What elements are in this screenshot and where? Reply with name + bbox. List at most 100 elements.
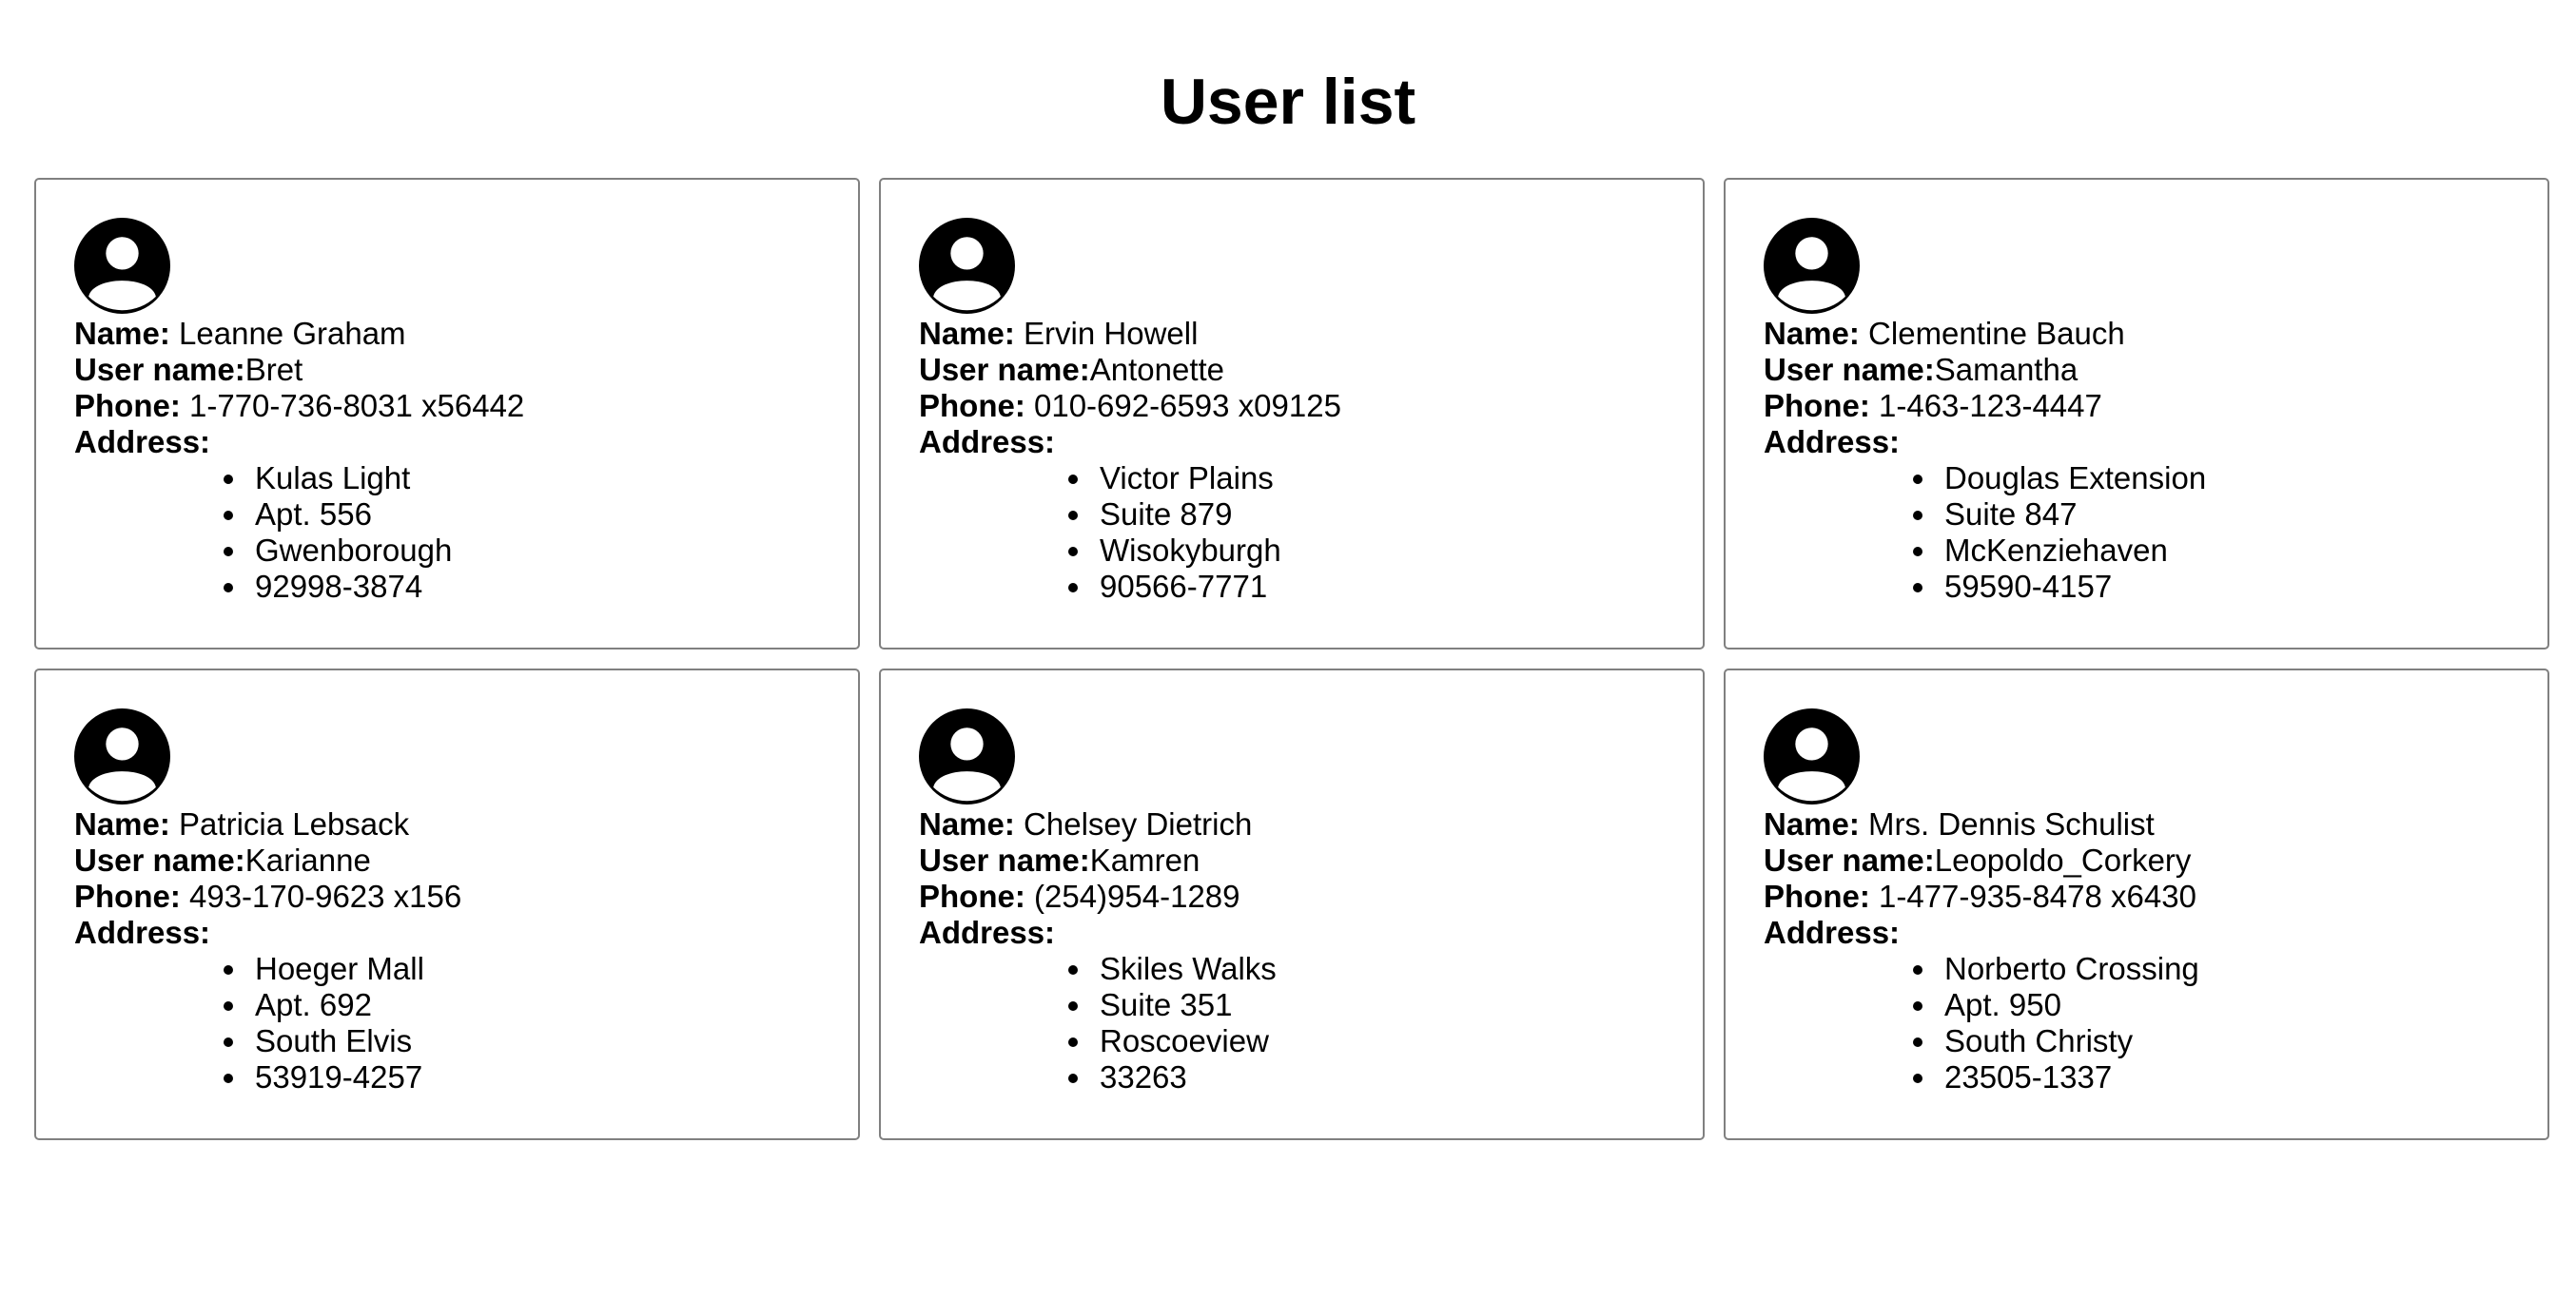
address-street: Kulas Light: [249, 460, 858, 496]
phone-label: Phone:: [1764, 879, 1870, 914]
user-card: Name: Chelsey Dietrich User name:Kamren …: [879, 669, 1705, 1140]
user-name-row: Name: Chelsey Dietrich: [919, 806, 1703, 843]
phone-label: Phone:: [919, 388, 1025, 423]
address-label: Address:: [1764, 424, 1901, 459]
name-label: Name:: [74, 806, 170, 842]
user-username-row: User name:Bret: [74, 352, 858, 388]
user-username-row: User name:Karianne: [74, 843, 858, 879]
username-label: User name:: [74, 352, 245, 387]
phone-label: Phone:: [1764, 388, 1870, 423]
username-label: User name:: [1764, 352, 1935, 387]
address-suite: Suite 847: [1939, 496, 2547, 533]
user-address-row: Address:: [919, 915, 1703, 951]
user-address-row: Address:: [1764, 424, 2547, 460]
address-suite: Apt. 692: [249, 987, 858, 1023]
name-label: Name:: [1764, 806, 1860, 842]
user-card: Name: Patricia Lebsack User name:Kariann…: [34, 669, 860, 1140]
address-city: Gwenborough: [249, 533, 858, 569]
user-username-value: Kamren: [1089, 843, 1200, 878]
address-list: Hoeger Mall Apt. 692 South Elvis 53919-4…: [74, 951, 858, 1095]
user-name-row: Name: Leanne Graham: [74, 316, 858, 352]
user-name-value: Mrs. Dennis Schulist: [1868, 806, 2155, 842]
address-suite: Suite 879: [1094, 496, 1703, 533]
username-label: User name:: [919, 352, 1090, 387]
address-city: Roscoeview: [1094, 1023, 1703, 1059]
user-username-value: Leopoldo_Corkery: [1934, 843, 2192, 878]
user-avatar-icon: [74, 708, 170, 805]
user-card-grid: Name: Leanne Graham User name:Bret Phone…: [34, 178, 2549, 1140]
username-label: User name:: [74, 843, 245, 878]
user-phone-value: 1-770-736-8031 x56442: [189, 388, 525, 423]
user-card: Name: Leanne Graham User name:Bret Phone…: [34, 178, 860, 650]
address-label: Address:: [919, 424, 1056, 459]
address-street: Skiles Walks: [1094, 951, 1703, 987]
user-name-row: Name: Clementine Bauch: [1764, 316, 2547, 352]
address-list: Douglas Extension Suite 847 McKenziehave…: [1764, 460, 2547, 605]
name-label: Name:: [74, 316, 170, 351]
user-name-value: Chelsey Dietrich: [1024, 806, 1253, 842]
address-city: Wisokyburgh: [1094, 533, 1703, 569]
address-list: Skiles Walks Suite 351 Roscoeview 33263: [919, 951, 1703, 1095]
user-name-value: Patricia Lebsack: [179, 806, 410, 842]
user-card: Name: Mrs. Dennis Schulist User name:Leo…: [1724, 669, 2549, 1140]
user-phone-value: (254)954-1289: [1034, 879, 1240, 914]
address-city: McKenziehaven: [1939, 533, 2547, 569]
username-label: User name:: [1764, 843, 1935, 878]
user-address-row: Address:: [919, 424, 1703, 460]
address-label: Address:: [1764, 915, 1901, 950]
user-username-value: Karianne: [244, 843, 371, 878]
user-card: Name: Ervin Howell User name:Antonette P…: [879, 178, 1705, 650]
user-name-row: Name: Mrs. Dennis Schulist: [1764, 806, 2547, 843]
username-label: User name:: [919, 843, 1090, 878]
address-list: Victor Plains Suite 879 Wisokyburgh 9056…: [919, 460, 1703, 605]
user-card: Name: Clementine Bauch User name:Samanth…: [1724, 178, 2549, 650]
address-list: Kulas Light Apt. 556 Gwenborough 92998-3…: [74, 460, 858, 605]
address-street: Norberto Crossing: [1939, 951, 2547, 987]
phone-label: Phone:: [919, 879, 1025, 914]
address-street: Hoeger Mall: [249, 951, 858, 987]
user-phone-row: Phone: 1-463-123-4447: [1764, 388, 2547, 424]
user-phone-value: 010-692-6593 x09125: [1034, 388, 1341, 423]
user-username-value: Antonette: [1089, 352, 1225, 387]
user-name-row: Name: Patricia Lebsack: [74, 806, 858, 843]
user-username-value: Bret: [244, 352, 303, 387]
address-zipcode: 59590-4157: [1939, 569, 2547, 605]
user-phone-value: 493-170-9623 x156: [189, 879, 462, 914]
page-title: User list: [1160, 66, 1416, 138]
address-suite: Apt. 556: [249, 496, 858, 533]
address-zipcode: 33263: [1094, 1059, 1703, 1095]
user-username-row: User name:Antonette: [919, 352, 1703, 388]
user-address-row: Address:: [74, 424, 858, 460]
phone-label: Phone:: [74, 879, 181, 914]
address-zipcode: 92998-3874: [249, 569, 858, 605]
name-label: Name:: [1764, 316, 1860, 351]
user-address-row: Address:: [1764, 915, 2547, 951]
address-city: South Christy: [1939, 1023, 2547, 1059]
user-phone-row: Phone: 493-170-9623 x156: [74, 879, 858, 915]
address-suite: Suite 351: [1094, 987, 1703, 1023]
user-avatar-icon: [919, 218, 1015, 314]
address-zipcode: 53919-4257: [249, 1059, 858, 1095]
address-label: Address:: [74, 915, 211, 950]
user-phone-row: Phone: 010-692-6593 x09125: [919, 388, 1703, 424]
address-label: Address:: [919, 915, 1056, 950]
address-zipcode: 90566-7771: [1094, 569, 1703, 605]
address-list: Norberto Crossing Apt. 950 South Christy…: [1764, 951, 2547, 1095]
user-phone-value: 1-477-935-8478 x6430: [1879, 879, 2196, 914]
user-phone-row: Phone: (254)954-1289: [919, 879, 1703, 915]
user-name-value: Ervin Howell: [1024, 316, 1199, 351]
user-address-row: Address:: [74, 915, 858, 951]
user-phone-row: Phone: 1-770-736-8031 x56442: [74, 388, 858, 424]
user-avatar-icon: [74, 218, 170, 314]
name-label: Name:: [919, 316, 1015, 351]
address-suite: Apt. 950: [1939, 987, 2547, 1023]
address-label: Address:: [74, 424, 211, 459]
user-username-row: User name:Kamren: [919, 843, 1703, 879]
phone-label: Phone:: [74, 388, 181, 423]
user-avatar-icon: [1764, 218, 1860, 314]
user-phone-row: Phone: 1-477-935-8478 x6430: [1764, 879, 2547, 915]
address-zipcode: 23505-1337: [1939, 1059, 2547, 1095]
user-username-row: User name:Leopoldo_Corkery: [1764, 843, 2547, 879]
address-street: Victor Plains: [1094, 460, 1703, 496]
user-avatar-icon: [1764, 708, 1860, 805]
